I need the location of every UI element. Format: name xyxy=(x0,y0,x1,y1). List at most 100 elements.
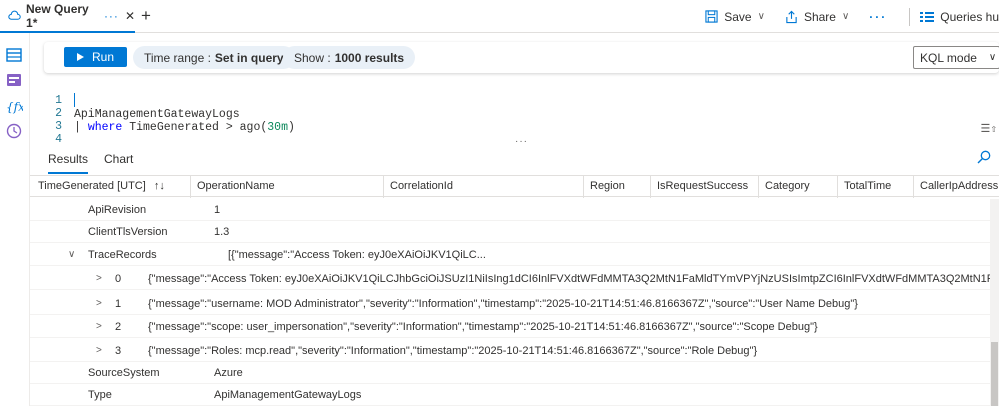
code-field: TimeGenerated > xyxy=(122,121,240,134)
code-paren: ) xyxy=(287,121,295,134)
query-toolbar: Run Time range : Set in query Show : 100… xyxy=(44,42,999,73)
column-category[interactable]: Category xyxy=(758,176,837,198)
chevron-down-icon[interactable]: ∨ xyxy=(68,244,75,266)
trace-index: 3 xyxy=(115,345,122,357)
show-label: Show : xyxy=(294,50,331,65)
detail-value: 1.3 xyxy=(214,226,230,238)
column-label: Category xyxy=(765,180,810,192)
text-cursor xyxy=(74,93,75,107)
code-line: 1 ApiManagementGatewayLogs xyxy=(44,80,240,121)
tab-title: New Query 1* xyxy=(26,1,89,30)
column-correlationid[interactable]: CorrelationId xyxy=(383,176,583,198)
detail-row: SourceSystem Azure xyxy=(30,362,999,384)
detail-key: ApiRevision xyxy=(88,204,147,216)
column-isrequestsuccess[interactable]: IsRequestSuccess xyxy=(650,176,758,198)
trace-record-row[interactable]: > 3 {"message":"Roles: mcp.read","severi… xyxy=(30,340,999,362)
query-editor[interactable]: 1 ApiManagementGatewayLogs 2 | where Tim… xyxy=(44,78,999,146)
tab-more-icon[interactable]: ··· xyxy=(104,9,119,23)
time-range-label: Time range : xyxy=(144,50,211,65)
column-label: CorrelationId xyxy=(390,180,453,192)
chevron-right-icon[interactable]: > xyxy=(96,316,102,338)
save-button[interactable]: Save ∨ xyxy=(705,10,765,24)
time-range-button[interactable]: Time range : Set in query xyxy=(133,46,295,69)
search-icon[interactable] xyxy=(977,150,991,164)
detail-value: 1 xyxy=(214,204,221,216)
run-label: Run xyxy=(91,50,114,64)
code-number: 30m xyxy=(267,121,288,134)
code-function: ago( xyxy=(239,121,268,134)
tab-new-query-1[interactable]: New Query 1* ··· ✕ xyxy=(0,0,135,33)
sort-icon[interactable]: ↑↓ xyxy=(154,180,165,192)
show-results-button[interactable]: Show : 1000 results xyxy=(283,46,416,69)
column-timegenerated[interactable]: TimeGenerated [UTC] ↑↓ xyxy=(30,176,190,198)
chevron-down-icon: ∨ xyxy=(841,11,850,22)
column-label: TimeGenerated [UTC] xyxy=(38,180,146,192)
trace-record-row[interactable]: > 1 {"message":"username: MOD Administra… xyxy=(30,293,999,315)
detail-value: Azure xyxy=(214,367,243,379)
detail-row-tracerecords[interactable]: ∨ TraceRecords [{"message":"Access Token… xyxy=(30,244,999,266)
save-icon xyxy=(705,10,718,23)
queries-icon[interactable] xyxy=(5,71,23,89)
tables-icon[interactable] xyxy=(5,46,23,64)
editor-format-icon[interactable]: ☰⇧ xyxy=(981,122,997,136)
detail-value: ApiManagementGatewayLogs xyxy=(214,389,362,401)
toolbar-divider xyxy=(909,7,911,26)
code-line: 4 xyxy=(44,119,72,146)
column-label: Region xyxy=(590,180,625,192)
trace-index: 0 xyxy=(115,273,122,285)
trace-record-row[interactable]: > 2 {"message":"scope: user_impersonatio… xyxy=(30,316,999,338)
run-button[interactable]: Run xyxy=(64,47,127,67)
queries-hub-label: Queries hu xyxy=(940,9,999,24)
close-icon[interactable]: ✕ xyxy=(125,9,135,23)
scrollbar-thumb[interactable] xyxy=(991,342,998,406)
code-line: 3 xyxy=(44,106,72,133)
results-scrollbar[interactable] xyxy=(990,199,999,406)
share-button[interactable]: Share ∨ xyxy=(785,10,849,24)
detail-value: [{"message":"Access Token: eyJ0eXAiOiJKV… xyxy=(228,249,486,261)
trace-record-row[interactable]: > 0 {"message":"Access Token: eyJ0eXAiOi… xyxy=(30,268,999,290)
record-detail: ApiRevision 1 ClientTlsVersion 1.3 ∨ Tra… xyxy=(30,199,999,406)
trace-index: 2 xyxy=(115,321,122,333)
results-column-header: TimeGenerated [UTC] ↑↓ OperationName Cor… xyxy=(30,175,999,198)
kql-mode-select[interactable]: KQL mode ∨ xyxy=(913,46,999,69)
svg-text:{fx}: {fx} xyxy=(6,100,23,114)
query-cloud-icon xyxy=(8,10,21,20)
column-label: IsRequestSuccess xyxy=(657,180,749,192)
code-keyword: where xyxy=(87,121,123,134)
tab-chart[interactable]: Chart xyxy=(104,146,133,174)
more-actions-icon[interactable]: ··· xyxy=(869,10,887,24)
play-icon xyxy=(76,53,84,61)
save-label: Save xyxy=(724,9,752,24)
line-number: 4 xyxy=(55,133,62,146)
history-icon[interactable] xyxy=(5,122,23,140)
show-value: 1000 results xyxy=(334,50,405,65)
code-text: | where TimeGenerated > ago(30m) xyxy=(74,121,295,135)
queries-hub-button[interactable]: Queries hu xyxy=(920,10,999,24)
column-label: TotalTime xyxy=(844,180,892,192)
column-operationname[interactable]: OperationName xyxy=(190,176,383,198)
trace-value: {"message":"Roles: mcp.read","severity":… xyxy=(148,345,758,357)
detail-key: Type xyxy=(88,389,112,401)
left-rail: {fx} xyxy=(0,33,30,406)
top-actions: Save ∨ Share ∨ ··· Queries hu xyxy=(705,0,999,33)
detail-key: TraceRecords xyxy=(88,249,157,261)
chevron-right-icon[interactable]: > xyxy=(96,340,102,362)
column-totaltime[interactable]: TotalTime xyxy=(837,176,913,198)
functions-icon[interactable]: {fx} xyxy=(5,97,23,115)
detail-row: ClientTlsVersion 1.3 xyxy=(30,221,999,243)
queries-hub-icon xyxy=(920,11,935,22)
chevron-right-icon[interactable]: > xyxy=(96,268,102,290)
chevron-down-icon: ∨ xyxy=(988,52,997,63)
column-calleripaddress[interactable]: CallerIpAddress xyxy=(913,176,999,198)
new-tab-button[interactable]: + xyxy=(141,7,151,25)
detail-key: ClientTlsVersion xyxy=(88,226,168,238)
time-range-value: Set in query xyxy=(214,50,284,65)
code-line: 2 | where TimeGenerated > ago(30m) xyxy=(44,93,295,134)
tab-results[interactable]: Results xyxy=(48,146,89,174)
column-region[interactable]: Region xyxy=(583,176,650,198)
trace-value: {"message":"username: MOD Administrator"… xyxy=(148,298,858,310)
share-label: Share xyxy=(803,9,836,24)
code-text: ApiManagementGatewayLogs xyxy=(74,108,240,121)
chevron-right-icon[interactable]: > xyxy=(96,293,102,315)
top-tab-bar: New Query 1* ··· ✕ + Save ∨ Share ∨ ··· xyxy=(0,0,999,33)
